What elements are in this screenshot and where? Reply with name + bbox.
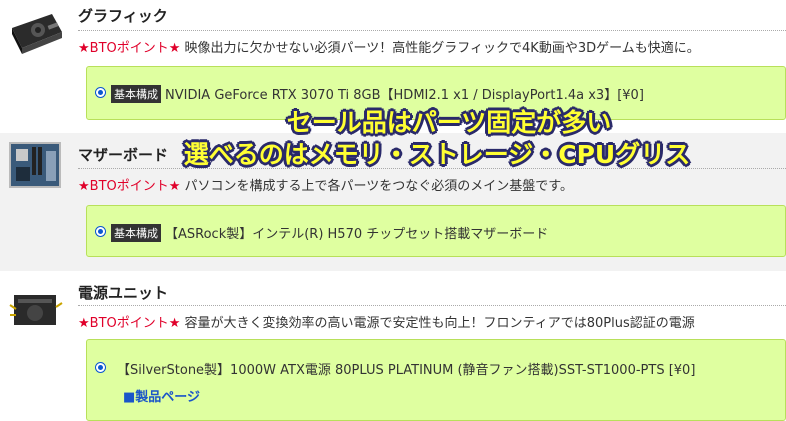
option-radio[interactable] — [95, 87, 106, 98]
option-text: 【SilverStone製】1000W ATX電源 80PLUS PLATINU… — [117, 363, 696, 378]
divider — [78, 305, 786, 306]
option-radio[interactable] — [95, 226, 106, 237]
option-label: 基本構成 NVIDIA GeForce RTX 3070 Ti 8GB【HDMI2… — [111, 84, 644, 103]
description-text: パソコンを構成する上で各パーツをつなぐ必須のメイン基盤です。 — [184, 179, 573, 194]
graphics-card-icon — [8, 10, 64, 58]
bto-point-label: ★BTOポイント★ — [78, 316, 181, 331]
base-config-badge: 基本構成 — [111, 85, 161, 103]
overlay-caption-line2: 選べるのはメモリ・ストレージ・CPUグリス — [183, 140, 691, 169]
section-description: ★BTOポイント★ 映像出力に欠かせない必須パーツ！高性能グラフィックで4K動画… — [78, 37, 700, 56]
section-psu: 電源ユニット ★BTOポイント★ 容量が大きく変換効率の高い電源で安定性も向上！… — [0, 271, 786, 421]
section-description: ★BTOポイント★ 容量が大きく変換効率の高い電源で安定性も向上！フロンティアで… — [78, 312, 695, 331]
section-description: ★BTOポイント★ パソコンを構成する上で各パーツをつなぐ必須のメイン基盤です。 — [78, 175, 573, 194]
overlay-caption-line1: セール品はパーツ固定が多い — [286, 108, 612, 137]
power-supply-icon — [8, 285, 64, 333]
description-text: 映像出力に欠かせない必須パーツ！高性能グラフィックで4K動画や3Dゲームも快適に… — [184, 41, 700, 56]
option-label: 基本構成 【ASRock製】インテル(R) H570 チップセット搭載マザーボード — [111, 223, 548, 242]
option-text: 【ASRock製】インテル(R) H570 チップセット搭載マザーボード — [165, 227, 549, 242]
option-box[interactable]: 【SilverStone製】1000W ATX電源 80PLUS PLATINU… — [86, 339, 786, 421]
product-page-link[interactable]: ■製品ページ — [123, 386, 200, 405]
bto-point-label: ★BTOポイント★ — [78, 41, 181, 56]
section-heading: グラフィック — [78, 7, 168, 25]
description-text: 容量が大きく変換効率の高い電源で安定性も向上！フロンティアでは80Plus認証の… — [184, 316, 695, 331]
option-radio[interactable] — [95, 362, 106, 373]
option-box[interactable]: 基本構成 【ASRock製】インテル(R) H570 チップセット搭載マザーボード — [86, 205, 786, 257]
bto-point-label: ★BTOポイント★ — [78, 179, 181, 194]
base-config-badge: 基本構成 — [111, 224, 161, 242]
divider — [78, 30, 786, 31]
section-heading: 電源ユニット — [78, 284, 169, 302]
option-text: NVIDIA GeForce RTX 3070 Ti 8GB【HDMI2.1 x… — [165, 88, 644, 103]
